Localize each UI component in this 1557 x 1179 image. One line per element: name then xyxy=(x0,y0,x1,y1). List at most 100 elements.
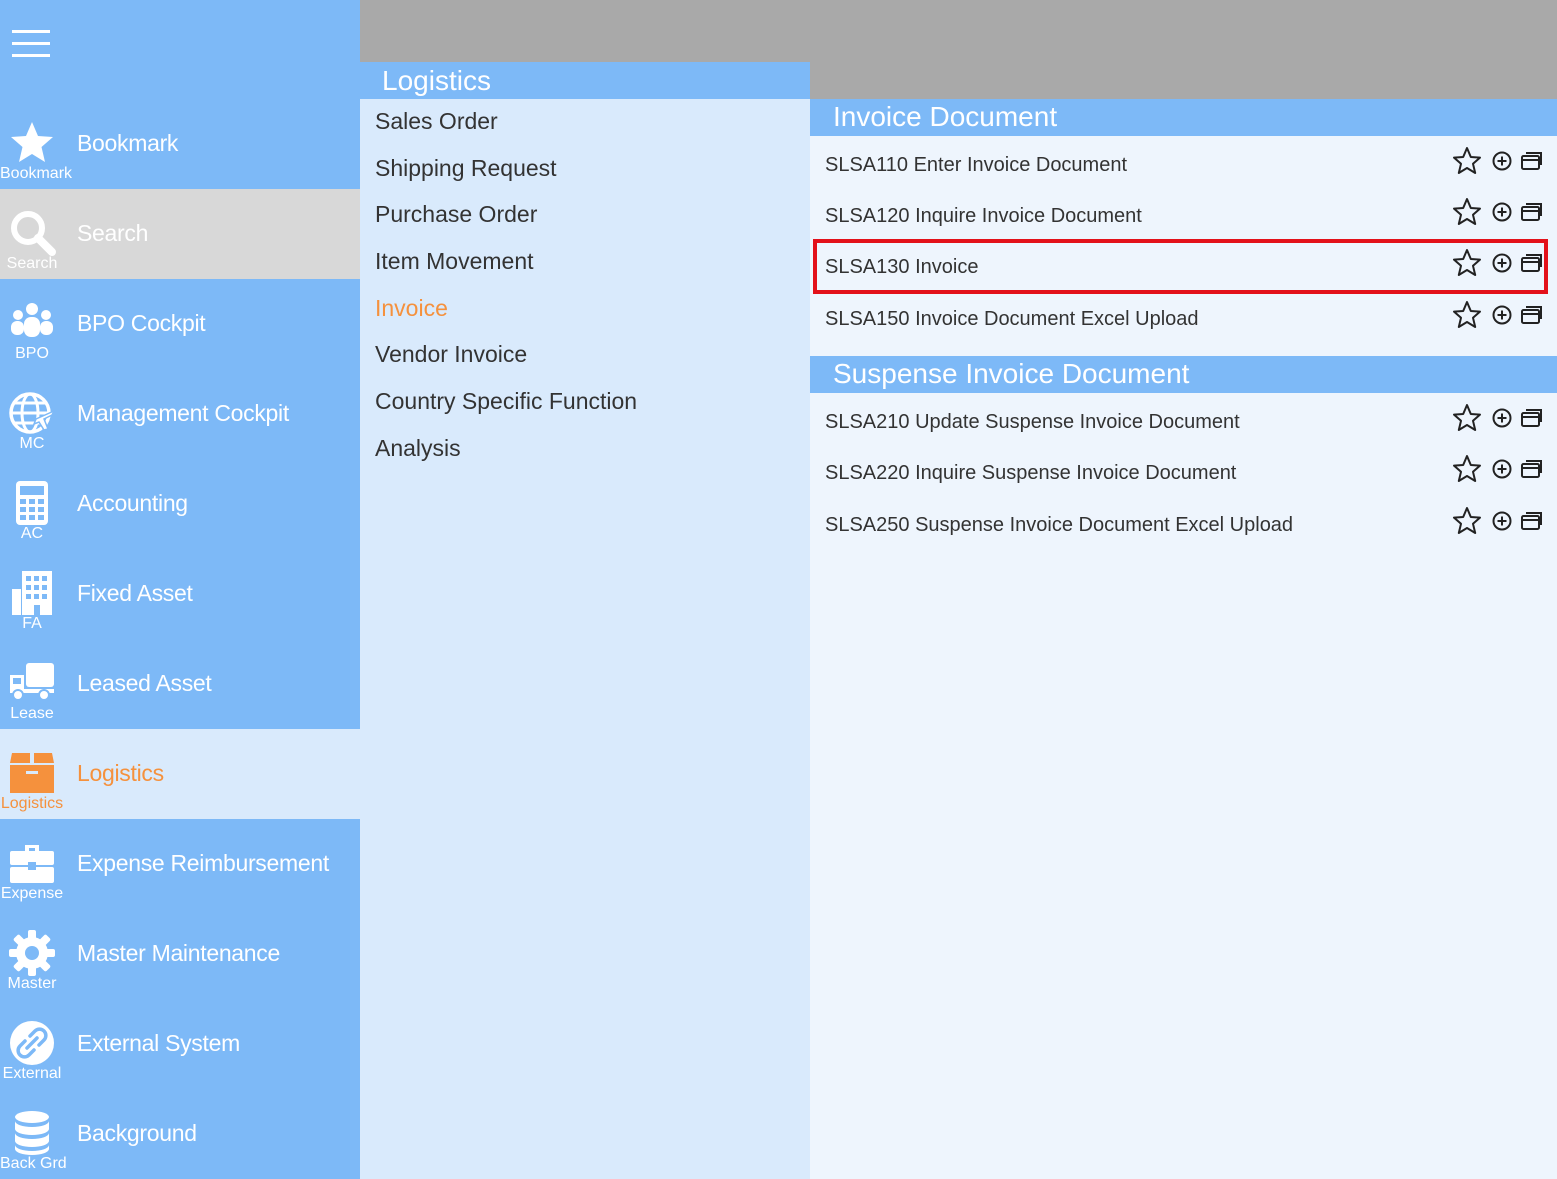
calculator-icon xyxy=(8,479,56,527)
sidebar-item-label: Management Cockpit xyxy=(77,400,289,426)
sidebar-item-short-label: External xyxy=(2,1065,62,1082)
section-title: Suspense Invoice Document xyxy=(833,358,1190,389)
plus-circle-icon[interactable] xyxy=(1492,305,1512,325)
sidebar-item-logistics[interactable]: Logistics Logistics xyxy=(0,729,360,819)
new-window-icon[interactable] xyxy=(1520,459,1542,479)
section-title: Invoice Document xyxy=(833,101,1058,132)
section-header-invoice-document: Invoice Document xyxy=(810,99,1557,136)
link-icon xyxy=(8,1019,56,1067)
submenu-item-analysis[interactable]: Analysis xyxy=(375,435,461,462)
sidebar-item-short-label: AC xyxy=(20,525,44,542)
program-link-slsa110[interactable]: SLSA110 Enter Invoice Document xyxy=(825,154,1127,177)
program-link-slsa120[interactable]: SLSA120 Inquire Invoice Document xyxy=(825,205,1142,228)
search-icon xyxy=(8,209,56,257)
plus-circle-icon[interactable] xyxy=(1492,459,1512,479)
program-row: SLSA150 Invoice Document Excel Upload xyxy=(810,294,1557,342)
sidebar-item-expense-reimbursement[interactable]: Expense Expense Reimbursement xyxy=(0,819,360,909)
plus-circle-icon[interactable] xyxy=(1492,408,1512,428)
submenu-item-vendor-invoice[interactable]: Vendor Invoice xyxy=(375,341,527,368)
row-actions xyxy=(1452,506,1544,540)
highlight-box xyxy=(813,239,1548,294)
sidebar-item-label: Leased Asset xyxy=(77,670,212,696)
program-link-slsa220[interactable]: SLSA220 Inquire Suspense Invoice Documen… xyxy=(825,462,1236,485)
sidebar-item-management-cockpit[interactable]: MC Management Cockpit xyxy=(0,369,360,459)
sidebar-item-short-label: Expense xyxy=(0,885,64,902)
new-window-icon[interactable] xyxy=(1520,305,1542,325)
program-list-panel: Invoice Document SLSA110 Enter Invoice D… xyxy=(810,99,1557,1179)
program-row: SLSA210 Update Suspense Invoice Document xyxy=(810,397,1557,445)
plus-circle-icon[interactable] xyxy=(1492,202,1512,222)
sidebar-item-label: Bookmark xyxy=(77,130,179,156)
program-link-slsa150[interactable]: SLSA150 Invoice Document Excel Upload xyxy=(825,308,1199,331)
sidebar-item-bookmark[interactable]: Bookmark Bookmark xyxy=(0,99,360,189)
sidebar-item-leased-asset[interactable]: Lease Leased Asset xyxy=(0,639,360,729)
sidebar-item-short-label: Master xyxy=(7,975,57,992)
sidebar-item-master-maintenance[interactable]: Master Master Maintenance xyxy=(0,909,360,999)
sidebar-item-short-label: BPO xyxy=(15,345,49,362)
program-link-slsa250[interactable]: SLSA250 Suspense Invoice Document Excel … xyxy=(825,514,1293,537)
sidebar-item-label: External System xyxy=(77,1030,240,1056)
submenu-item-item-movement[interactable]: Item Movement xyxy=(375,248,534,275)
truck-icon xyxy=(8,659,56,707)
row-actions xyxy=(1452,146,1544,180)
program-row: SLSA250 Suspense Invoice Document Excel … xyxy=(810,500,1557,548)
database-icon xyxy=(8,1109,56,1157)
submenu-item-country-specific-function[interactable]: Country Specific Function xyxy=(375,388,637,415)
sidebar-item-short-label: MC xyxy=(19,435,45,452)
sidebar-item-label: Accounting xyxy=(77,490,188,516)
plus-circle-icon[interactable] xyxy=(1492,151,1512,171)
submenu-item-shipping-request[interactable]: Shipping Request xyxy=(375,155,557,182)
sidebar-item-short-label: Logistics xyxy=(0,795,64,812)
sidebar-item-label: Logistics xyxy=(77,760,164,786)
people-group-icon xyxy=(8,299,56,347)
plus-circle-icon[interactable] xyxy=(1492,511,1512,531)
submenu-item-purchase-order[interactable]: Purchase Order xyxy=(375,201,537,228)
new-window-icon[interactable] xyxy=(1520,151,1542,171)
sidebar-item-short-label: Bookmark xyxy=(0,165,73,182)
sidebar-item-short-label: Lease xyxy=(10,705,54,722)
briefcase-icon xyxy=(8,839,56,887)
globe-plane-icon xyxy=(8,389,56,437)
sidebar-item-accounting[interactable]: AC Accounting xyxy=(0,459,360,549)
star-outline-icon[interactable] xyxy=(1452,300,1482,330)
new-window-icon[interactable] xyxy=(1520,511,1542,531)
star-icon xyxy=(8,119,56,167)
star-outline-icon[interactable] xyxy=(1452,146,1482,176)
submenu-item-invoice[interactable]: Invoice xyxy=(375,295,448,322)
new-window-icon[interactable] xyxy=(1520,202,1542,222)
row-actions xyxy=(1452,300,1544,334)
sidebar-item-external-system[interactable]: External External System xyxy=(0,999,360,1089)
box-icon xyxy=(8,749,56,797)
sidebar-item-short-label: Back Grd xyxy=(0,1155,67,1172)
building-icon xyxy=(8,569,56,617)
star-outline-icon[interactable] xyxy=(1452,197,1482,227)
star-outline-icon[interactable] xyxy=(1452,454,1482,484)
sidebar-item-background[interactable]: Back Grd Background xyxy=(0,1089,360,1179)
sidebar-item-label: Master Maintenance xyxy=(77,940,280,966)
submenu-item-sales-order[interactable]: Sales Order xyxy=(375,108,498,135)
submenu-header: Logistics xyxy=(360,62,810,99)
star-outline-icon[interactable] xyxy=(1452,506,1482,536)
row-actions xyxy=(1452,197,1544,231)
submenu-title: Logistics xyxy=(382,65,491,96)
sidebar-item-label: BPO Cockpit xyxy=(77,310,206,336)
sidebar-item-fixed-asset[interactable]: FA Fixed Asset xyxy=(0,549,360,639)
section-header-suspense-invoice-document: Suspense Invoice Document xyxy=(810,356,1557,393)
submenu-panel: Logistics Sales Order Shipping Request P… xyxy=(360,62,810,1179)
sidebar-item-short-label: Search xyxy=(6,255,58,272)
star-outline-icon[interactable] xyxy=(1452,403,1482,433)
hamburger-icon[interactable] xyxy=(12,30,52,62)
program-row: SLSA220 Inquire Suspense Invoice Documen… xyxy=(810,448,1557,496)
sidebar-item-bpo-cockpit[interactable]: BPO BPO Cockpit xyxy=(0,279,360,369)
sidebar-item-search[interactable]: Search Search xyxy=(0,189,360,279)
gear-icon xyxy=(8,929,56,977)
sidebar-item-label: Search xyxy=(77,220,149,246)
sidebar: Bookmark Bookmark Search Search BPO BPO … xyxy=(0,0,360,1179)
program-link-slsa210[interactable]: SLSA210 Update Suspense Invoice Document xyxy=(825,411,1240,434)
sidebar-item-label: Background xyxy=(77,1120,197,1146)
new-window-icon[interactable] xyxy=(1520,408,1542,428)
program-row: SLSA110 Enter Invoice Document xyxy=(810,140,1557,188)
row-actions xyxy=(1452,454,1544,488)
sidebar-item-short-label: FA xyxy=(22,615,42,632)
program-row: SLSA120 Inquire Invoice Document xyxy=(810,191,1557,239)
